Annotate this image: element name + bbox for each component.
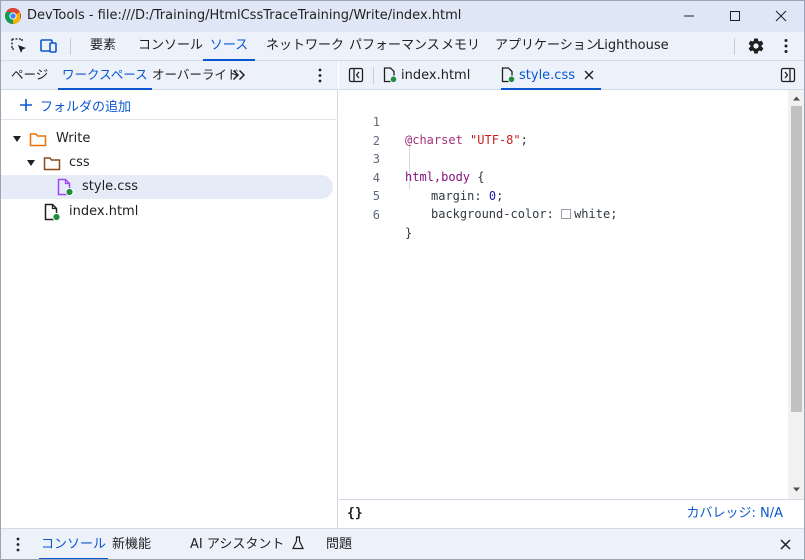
editor-tab-label: style.css — [519, 67, 575, 83]
device-toolbar-button[interactable] — [39, 37, 59, 55]
toggle-sidebar-icon — [780, 67, 796, 83]
close-icon[interactable] — [779, 538, 792, 551]
subtab-workspace[interactable]: ワークスペース — [58, 61, 152, 90]
file-icon — [44, 203, 61, 221]
maximize-icon — [730, 11, 740, 21]
chevron-double-right-icon[interactable] — [232, 69, 246, 81]
more-vert-icon[interactable] — [15, 537, 21, 552]
tab-lighthouse[interactable]: Lighthouse — [597, 32, 669, 60]
css-file-icon — [57, 178, 74, 196]
subtab-overrides[interactable]: オーバーライド — [152, 61, 239, 89]
close-icon — [775, 10, 787, 22]
tab-network[interactable]: ネットワーク — [266, 32, 344, 60]
tree-item-label: Write — [56, 131, 91, 146]
tree-item-css-folder[interactable]: css — [0, 151, 333, 175]
code-line: 6 } — [339, 188, 789, 240]
code-line: 5 background-color: white; — [339, 169, 789, 221]
toggle-debugger-button[interactable] — [779, 66, 797, 84]
tab-performance[interactable]: パフォーマンス — [349, 32, 440, 60]
divider — [0, 119, 338, 120]
triangle-down-icon — [27, 160, 35, 166]
editor-tab-bar: index.html style.css — [339, 61, 805, 90]
inspect-element-icon — [11, 38, 26, 53]
editor-scrollbar[interactable] — [788, 90, 805, 499]
toolbar-separator — [70, 38, 71, 55]
subtab-page[interactable]: ページ — [11, 61, 48, 89]
color-swatch[interactable] — [561, 209, 572, 219]
drawer-tab-ai-assistant[interactable]: AI アシスタント — [190, 529, 305, 560]
navigator-panel: ページ ワークスペース オーバーライド フォルダの追加 Write css st… — [0, 61, 338, 528]
folder-icon — [43, 157, 61, 171]
tree-item-write-folder[interactable]: Write — [0, 127, 333, 151]
tree-item-label: index.html — [69, 204, 139, 219]
tab-application[interactable]: アプリケーション — [495, 32, 599, 60]
toolbar-separator — [373, 67, 374, 84]
editor-tab-style-css[interactable]: style.css — [501, 61, 601, 90]
drawer-tab-console[interactable]: コンソール — [38, 529, 109, 560]
tab-sources[interactable]: ソース — [203, 32, 255, 61]
maximize-button[interactable] — [712, 0, 758, 32]
file-icon — [501, 67, 515, 83]
more-options-button[interactable] — [776, 37, 796, 55]
folder-icon — [29, 133, 47, 147]
add-folder-label: フォルダの追加 — [40, 99, 132, 115]
more-vert-icon[interactable] — [317, 68, 323, 83]
triangle-down-icon — [13, 136, 21, 142]
close-icon[interactable] — [583, 69, 595, 81]
file-icon — [383, 67, 397, 83]
title-bar: DevTools - file:///D:/Training/HtmlCssTr… — [0, 0, 805, 32]
navigator-tabs: ページ ワークスペース オーバーライド — [0, 61, 338, 90]
inspect-element-button[interactable] — [9, 37, 29, 55]
drawer-tab-issues[interactable]: 問題 — [326, 529, 352, 560]
drawer-tab-whats-new[interactable]: 新機能 — [112, 529, 151, 560]
tab-memory[interactable]: メモリ — [441, 32, 480, 60]
code-line: 3 html,body { — [339, 132, 789, 184]
toggle-navigator-button[interactable] — [347, 66, 365, 84]
toolbar-separator — [734, 38, 735, 55]
more-vert-icon — [784, 39, 788, 53]
main-toolbar: 要素 コンソール ソース ネットワーク パフォーマンス メモリ アプリケーション… — [0, 32, 805, 61]
code-line: 2 — [339, 114, 789, 148]
tab-elements[interactable]: 要素 — [88, 32, 118, 60]
plus-icon — [20, 99, 32, 111]
flask-icon — [292, 536, 305, 550]
editor-status-bar: {} カバレッジ: N/A — [339, 499, 805, 528]
chrome-logo-icon — [5, 8, 21, 24]
minimize-icon — [684, 15, 694, 17]
tab-console[interactable]: コンソール — [138, 32, 203, 60]
editor-tab-label: index.html — [401, 67, 471, 83]
tree-item-style-css[interactable]: style.css — [0, 175, 333, 199]
gear-icon — [748, 38, 764, 54]
code-line: 4 margin: 0; — [339, 151, 789, 203]
tree-item-index-html[interactable]: index.html — [0, 200, 333, 224]
pretty-print-button[interactable]: {} — [347, 504, 363, 524]
tree-item-label: css — [69, 155, 90, 170]
minimize-button[interactable] — [666, 0, 712, 32]
toggle-sidebar-icon — [348, 67, 364, 83]
add-folder-button[interactable]: フォルダの追加 — [18, 95, 131, 115]
editor-tab-index-html[interactable]: index.html — [383, 61, 470, 89]
scroll-up-icon[interactable] — [792, 94, 801, 103]
settings-button[interactable] — [746, 37, 766, 55]
scroll-down-icon[interactable] — [792, 485, 801, 494]
scrollbar-thumb[interactable] — [791, 106, 802, 412]
close-window-button[interactable] — [758, 0, 804, 32]
code-editor[interactable]: 1 @charset "UTF-8"; 2 3 html,body { 4 ma… — [339, 90, 805, 499]
drawer-tab-label: AI アシスタント — [190, 537, 285, 552]
code-line: 1 @charset "UTF-8"; — [339, 95, 789, 147]
device-toolbar-icon — [40, 39, 57, 53]
line-number: 6 — [372, 207, 380, 222]
coverage-link[interactable]: カバレッジ: N/A — [686, 504, 783, 524]
window-title: DevTools - file:///D:/Training/HtmlCssTr… — [27, 8, 462, 23]
tree-item-label: style.css — [82, 179, 138, 194]
drawer-tab-bar: コンソール 新機能 AI アシスタント 問題 — [0, 528, 805, 560]
